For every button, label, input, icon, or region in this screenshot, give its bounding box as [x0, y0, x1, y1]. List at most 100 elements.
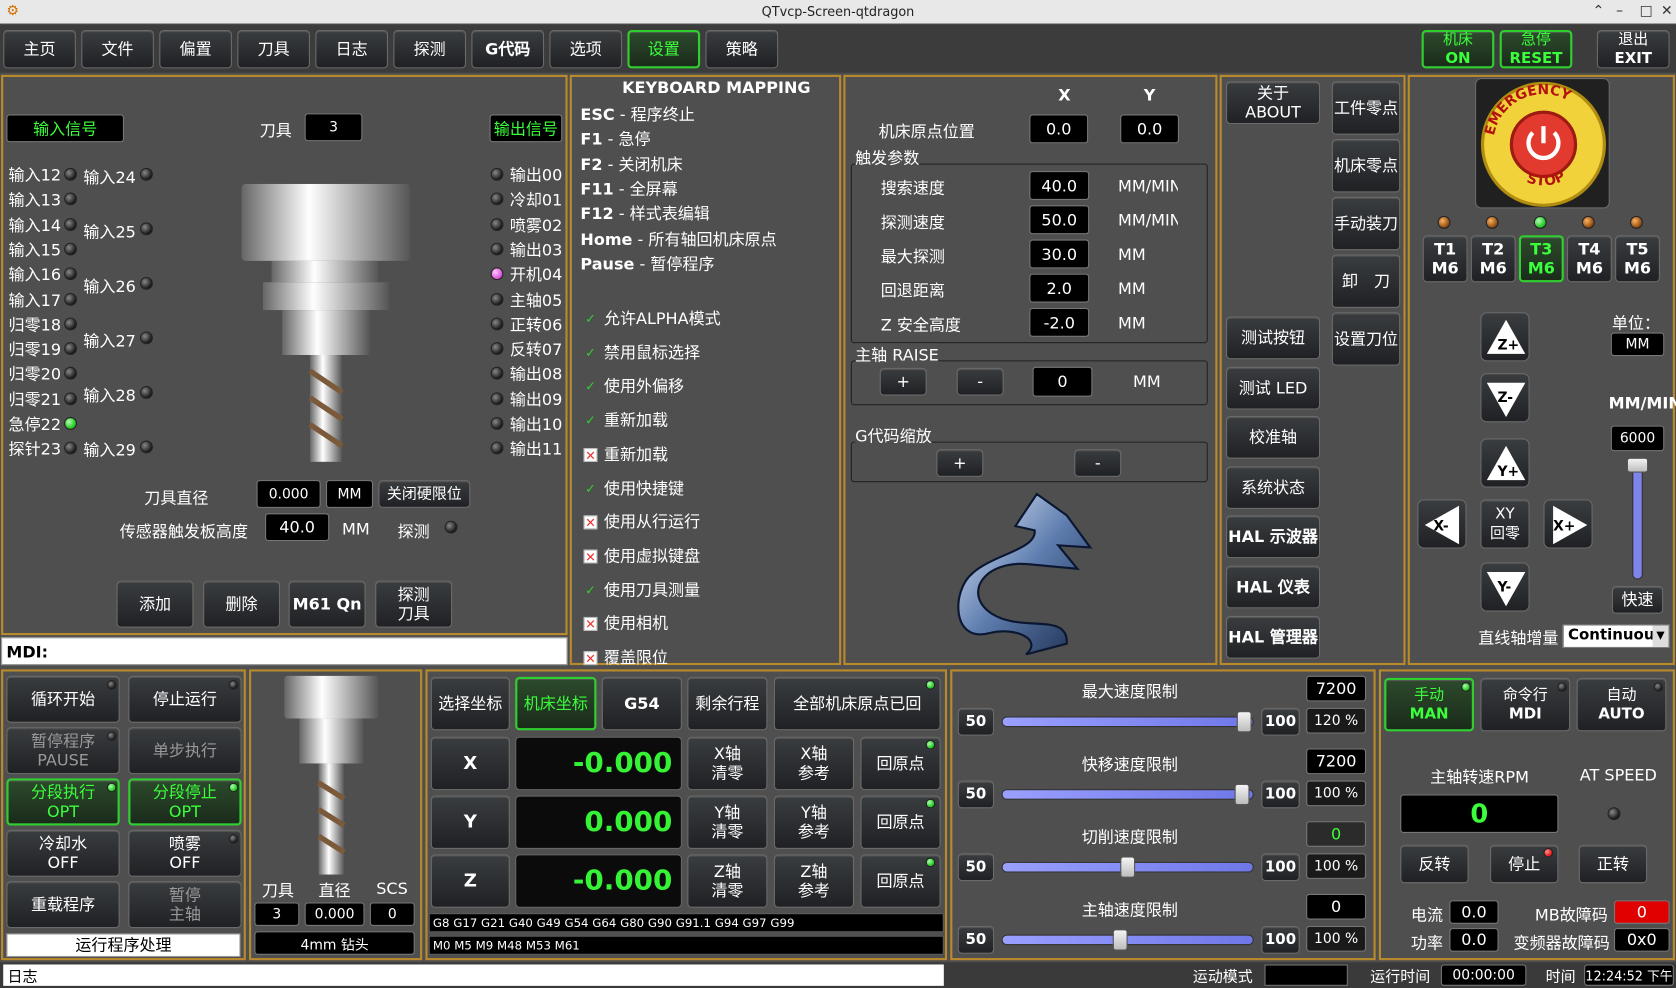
- override-min-0[interactable]: 50: [957, 707, 995, 736]
- run-button-4[interactable]: 分段执行 OPT: [6, 778, 120, 826]
- menu-tab-4[interactable]: 日志: [315, 29, 389, 69]
- g54-button[interactable]: G54: [601, 676, 682, 731]
- emergency-stop-icon[interactable]: EMERGENCY STOP: [1476, 79, 1611, 209]
- override-slider-0[interactable]: [1001, 716, 1254, 728]
- side-button-b-4[interactable]: 设置刀位: [1331, 312, 1401, 366]
- option-3[interactable]: ✓ 重新加载: [584, 409, 668, 431]
- run-button-3[interactable]: 单步执行: [128, 727, 242, 775]
- add-tool-button[interactable]: 添加: [116, 580, 194, 628]
- checkbox-checked-icon[interactable]: ✓: [584, 379, 598, 394]
- jog-z-plus[interactable]: Z+: [1480, 312, 1530, 362]
- side-button-a-3[interactable]: 校准轴: [1226, 415, 1321, 459]
- machine-coord-button[interactable]: 机床坐标: [515, 676, 597, 731]
- axis-z-zero-button[interactable]: Z轴 清零: [687, 854, 768, 908]
- rate-slider[interactable]: [1632, 461, 1643, 580]
- override-min-3[interactable]: 50: [957, 925, 995, 954]
- override-knob-1[interactable]: [1234, 783, 1250, 806]
- axis-z-ref-button[interactable]: Z轴 参考: [773, 854, 855, 908]
- menu-tab-9[interactable]: 策略: [705, 29, 779, 69]
- tool-diameter-field[interactable]: 0.000: [256, 480, 321, 508]
- side-button-a-2[interactable]: 测试 LED: [1226, 366, 1321, 410]
- menu-tab-2[interactable]: 偏置: [159, 29, 232, 69]
- override-max-1[interactable]: 100: [1261, 780, 1300, 809]
- gcode-scale-plus[interactable]: +: [936, 449, 984, 477]
- axis-y-button[interactable]: Y: [430, 795, 510, 849]
- override-max-3[interactable]: 100: [1261, 925, 1300, 954]
- checkbox-cross-icon[interactable]: ✕: [583, 651, 598, 666]
- run-button-8[interactable]: 重载程序: [6, 881, 120, 929]
- spindle-forward-button[interactable]: 正转: [1578, 844, 1648, 884]
- jog-y-plus[interactable]: Y+: [1480, 438, 1530, 488]
- select-coord-button[interactable]: 选择坐标: [430, 676, 510, 731]
- option-8[interactable]: ✓ 使用刀具测量: [584, 578, 700, 600]
- option-9[interactable]: ✕ 使用相机: [583, 612, 668, 634]
- spindle-raise-plus[interactable]: +: [879, 367, 927, 396]
- option-0[interactable]: ✓ 允许ALPHA模式: [584, 307, 720, 329]
- checkbox-checked-icon[interactable]: ✓: [584, 481, 598, 496]
- menu-tab-8[interactable]: 设置: [627, 29, 701, 69]
- probe-param-field-0[interactable]: 40.0: [1029, 171, 1090, 200]
- jog-z-minus[interactable]: Z-: [1480, 373, 1530, 423]
- menu-tab-5[interactable]: 探测: [393, 29, 467, 69]
- probe-param-field-1[interactable]: 50.0: [1029, 205, 1090, 235]
- checkbox-checked-icon[interactable]: ✓: [584, 312, 598, 326]
- override-knob-2[interactable]: [1120, 856, 1136, 878]
- checkbox-checked-icon[interactable]: ✓: [584, 413, 598, 428]
- log-box[interactable]: 日志: [3, 964, 944, 986]
- tool-change-button-0[interactable]: T1 M6: [1422, 235, 1468, 283]
- axis-x-zero-button[interactable]: X轴 清零: [687, 736, 768, 791]
- run-button-2[interactable]: 暂停程序 PAUSE: [6, 727, 120, 775]
- side-button-b-3[interactable]: 卸 刀: [1331, 254, 1401, 308]
- home-y-field[interactable]: 0.0: [1120, 114, 1179, 144]
- menu-tab-3[interactable]: 刀具: [237, 29, 310, 69]
- axis-y-ref-button[interactable]: Y轴 参考: [773, 795, 855, 849]
- checkbox-cross-icon[interactable]: ✕: [583, 515, 598, 530]
- menu-tab-7[interactable]: 选项: [549, 29, 623, 69]
- exit-button[interactable]: 退出 EXIT: [1596, 29, 1670, 69]
- side-button-a-5[interactable]: HAL 示波器: [1226, 515, 1321, 559]
- option-1[interactable]: ✓ 禁用鼠标选择: [584, 341, 700, 363]
- tool-change-button-4[interactable]: T5 M6: [1615, 235, 1660, 283]
- side-button-b-1[interactable]: 机床零点: [1331, 139, 1401, 193]
- rate-slider-knob[interactable]: [1626, 457, 1649, 473]
- run-button-0[interactable]: 循环开始: [6, 675, 120, 723]
- estop-reset-button[interactable]: 急停 RESET: [1499, 29, 1573, 69]
- sensor-height-field[interactable]: 40.0: [265, 513, 330, 542]
- tool-change-button-2[interactable]: T3 M6: [1518, 235, 1564, 283]
- menu-tab-1[interactable]: 文件: [81, 29, 154, 69]
- jog-x-plus[interactable]: X+: [1543, 499, 1593, 549]
- all-homed-button[interactable]: 全部机床原点已回: [773, 676, 941, 731]
- checkbox-checked-icon[interactable]: ✓: [584, 583, 598, 597]
- override-min-2[interactable]: 50: [957, 853, 995, 882]
- override-slider-1[interactable]: [1001, 789, 1254, 800]
- override-max-0[interactable]: 100: [1261, 707, 1300, 736]
- side-button-a-0[interactable]: 关于 ABOUT: [1226, 81, 1321, 125]
- menu-tab-6[interactable]: G代码: [471, 29, 545, 69]
- side-button-a-1[interactable]: 测试按钮: [1226, 316, 1321, 360]
- jog-x-minus[interactable]: X-: [1417, 499, 1467, 549]
- option-2[interactable]: ✓ 使用外偏移: [584, 375, 684, 397]
- checkbox-cross-icon[interactable]: ✕: [583, 549, 598, 564]
- option-7[interactable]: ✕ 使用虚拟键盘: [583, 544, 700, 566]
- chevron-down-icon[interactable]: ▼: [1652, 625, 1669, 647]
- option-6[interactable]: ✕ 使用从行运行: [583, 510, 700, 532]
- xy-home-button[interactable]: XY 回零: [1480, 499, 1530, 549]
- remaining-button[interactable]: 剩余行程: [687, 676, 768, 731]
- mdi-input[interactable]: MDI:: [1, 637, 568, 666]
- rapid-button[interactable]: 快速: [1611, 585, 1664, 614]
- side-button-b-2[interactable]: 手动装刀: [1331, 196, 1401, 251]
- run-button-1[interactable]: 停止运行: [128, 675, 242, 723]
- tool-change-button-1[interactable]: T2 M6: [1470, 235, 1516, 283]
- option-5[interactable]: ✓ 使用快捷键: [584, 476, 684, 498]
- tool-change-button-3[interactable]: T4 M6: [1566, 235, 1612, 283]
- probe-param-field-2[interactable]: 30.0: [1029, 239, 1090, 269]
- checkbox-checked-icon[interactable]: ✓: [584, 346, 598, 360]
- axis-z-button[interactable]: Z: [430, 854, 510, 908]
- run-button-6[interactable]: 冷却水 OFF: [6, 829, 120, 877]
- probe-tool-button[interactable]: 探测 刀具: [375, 580, 453, 628]
- override-max-2[interactable]: 100: [1261, 853, 1300, 882]
- checkbox-cross-icon[interactable]: ✕: [583, 617, 598, 632]
- axis-x-ref-button[interactable]: X轴 参考: [773, 736, 855, 791]
- delete-tool-button[interactable]: 删除: [203, 580, 281, 628]
- home-x-field[interactable]: 0.0: [1029, 114, 1089, 144]
